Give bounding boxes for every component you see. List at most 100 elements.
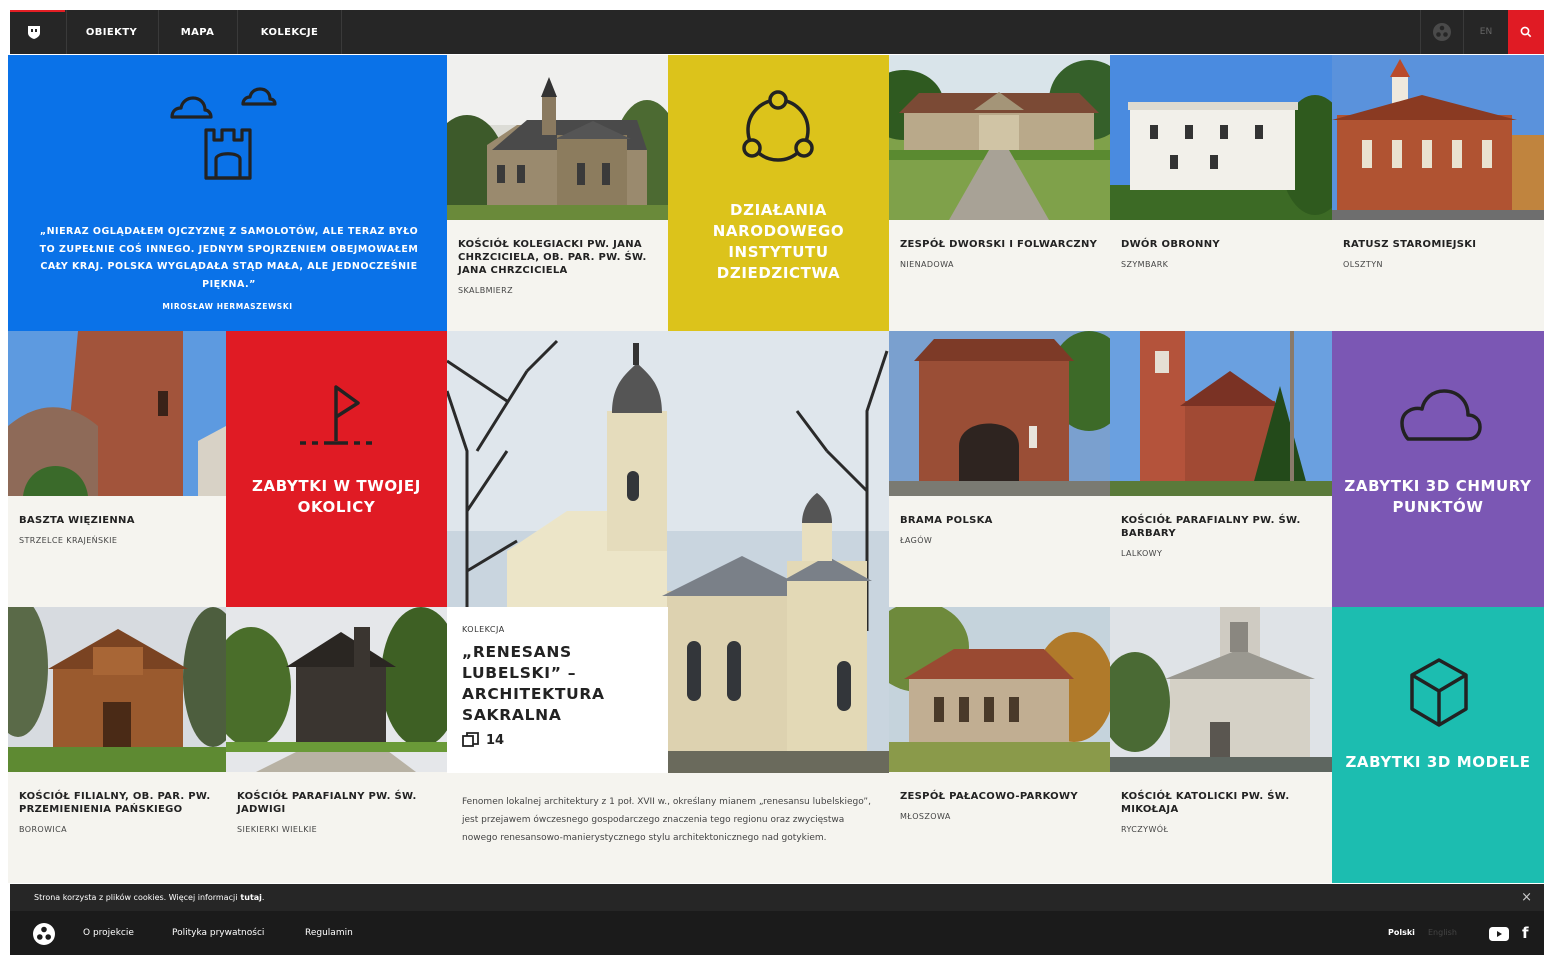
lang-polski[interactable]: Polski	[1388, 928, 1415, 937]
gallery-icon	[462, 732, 479, 747]
tile-skalbmierz[interactable]: KOŚCIÓŁ KOLEGIACKI PW. JANA CHRZCICIELA,…	[447, 55, 668, 331]
tile-title: BASZTA WIĘZIENNA	[19, 515, 135, 526]
facebook-icon[interactable]: f	[1522, 924, 1529, 942]
tile-lalkowy[interactable]: KOŚCIÓŁ PARAFIALNY PW. ŚW. BARBARY LALKO…	[1110, 331, 1332, 607]
tile-place: SIEKIERKI WIELKIE	[237, 825, 318, 834]
tile-caption: BRAMA POLSKA ŁAGÓW	[889, 496, 1110, 607]
youtube-icon[interactable]	[1489, 927, 1509, 941]
footer-link-terms[interactable]: Regulamin	[305, 928, 353, 938]
tile-place: OLSZTYN	[1343, 260, 1383, 269]
tile-lagow[interactable]: BRAMA POLSKA ŁAGÓW	[889, 331, 1110, 607]
quote-text: „NIERAZ OGLĄDAŁEM OJCZYZNĘ Z SAMOLOTÓW, …	[39, 226, 419, 290]
tile-siekierki[interactable]: KOŚCIÓŁ PARAFIALNY PW. ŚW. JADWIGI SIEKI…	[226, 607, 447, 883]
brick-church-photo	[1110, 331, 1332, 496]
search-icon	[1520, 26, 1532, 38]
tile-place: ŁAGÓW	[900, 536, 933, 545]
tile-title: ZESPÓŁ PAŁACOWO-PARKOWY	[900, 791, 1078, 802]
tile-strzelce[interactable]: BASZTA WIĘZIENNA STRZELCE KRAJEŃSKIE	[8, 331, 226, 607]
nav-kolekcje[interactable]: KOLEKCJE	[237, 10, 342, 54]
tile-olsztyn[interactable]: RATUSZ STAROMIEJSKI OLSZTYN	[1332, 55, 1544, 331]
network-circles-icon	[742, 90, 814, 162]
triskelion-icon	[1432, 23, 1451, 41]
tile-dzialania[interactable]: DZIAŁANIA NARODOWEGO INSTYTUTU DZIEDZICT…	[668, 55, 889, 331]
quote-tile: „NIERAZ OGLĄDAŁEM OJCZYZNĘ Z SAMOLOTÓW, …	[8, 55, 447, 331]
tile-place: SZYMBARK	[1121, 260, 1169, 269]
lang-english[interactable]: English	[1428, 928, 1457, 937]
tile-place: BOROWICA	[19, 825, 68, 834]
wooden-church-photo	[8, 607, 226, 772]
town-hall-photo	[1332, 55, 1544, 220]
top-navigation-bar: OBIEKTY MAPA KOLEKCJE EN	[0, 0, 1544, 55]
tile-ryczywol[interactable]: KOŚCIÓŁ KATOLICKI PW. ŚW. MIKOŁAJA RYCZY…	[1110, 607, 1332, 883]
tile-caption: ZESPÓŁ PAŁACOWO-PARKOWY MŁOSZOWA	[889, 772, 1110, 883]
tile-caption: RATUSZ STAROMIEJSKI OLSZTYN	[1332, 220, 1544, 331]
close-cookie-icon[interactable]: ×	[1521, 891, 1532, 904]
cookie-banner: Strona korzysta z plików cookies. Więcej…	[10, 884, 1544, 911]
nav-mapa[interactable]: MAPA	[158, 10, 236, 54]
tile-title: ZESPÓŁ DWORSKI I FOLWARCZNY	[900, 239, 1098, 250]
project-logo-icon[interactable]	[32, 922, 56, 946]
tile-caption: KOŚCIÓŁ KATOLICKI PW. ŚW. MIKOŁAJA RYCZY…	[1110, 772, 1332, 883]
language-switch-en[interactable]: EN	[1463, 10, 1508, 54]
dark-wooden-church-photo	[226, 607, 447, 772]
tile-caption: BASZTA WIĘZIENNA STRZELCE KRAJEŃSKIE	[8, 496, 226, 607]
tile-modele[interactable]: ZABYTKI 3D MODELE	[1332, 607, 1544, 883]
cloud-icon	[1400, 389, 1482, 441]
logo-accent-line	[10, 10, 65, 12]
tile-title: ZABYTKI W TWOJEJ OKOLICY	[252, 477, 421, 516]
tile-caption: KOŚCIÓŁ PARAFIALNY PW. ŚW. BARBARY LALKO…	[1110, 496, 1332, 607]
footer-link-privacy[interactable]: Polityka prywatności	[172, 928, 264, 938]
cookie-text: Strona korzysta z plików cookies. Więcej…	[34, 893, 238, 902]
tile-title: BRAMA POLSKA	[900, 515, 993, 526]
tile-title: KOŚCIÓŁ PARAFIALNY PW. ŚW. JADWIGI	[237, 791, 417, 815]
collection-description: Fenomen lokalnej architektury z 1 poł. X…	[447, 773, 889, 883]
palace-photo	[889, 607, 1110, 772]
tile-borowica[interactable]: KOŚCIÓŁ FILIALNY, OB. PAR. PW. PRZEMIENI…	[8, 607, 226, 883]
gate-photo	[889, 331, 1110, 496]
tile-place: NIENADOWA	[900, 260, 954, 269]
tile-place: MŁOSZOWA	[900, 812, 951, 821]
tile-place: LALKOWY	[1121, 549, 1163, 558]
tile-caption: KOŚCIÓŁ PARAFIALNY PW. ŚW. JADWIGI SIEKI…	[226, 772, 447, 883]
footer: O projekcie Polityka prywatności Regulam…	[10, 911, 1544, 955]
site-logo[interactable]	[10, 10, 65, 54]
tile-title: DZIAŁANIA NARODOWEGO INSTYTUTU DZIEDZICT…	[712, 201, 845, 282]
tile-title: RATUSZ STAROMIEJSKI	[1343, 239, 1477, 250]
cube-icon	[1410, 658, 1468, 727]
tile-szymbark[interactable]: DWÓR OBRONNY SZYMBARK	[1110, 55, 1332, 331]
tile-mloszowa[interactable]: ZESPÓŁ PAŁACOWO-PARKOWY MŁOSZOWA	[889, 607, 1110, 883]
tile-caption: KOŚCIÓŁ FILIALNY, OB. PAR. PW. PRZEMIENI…	[8, 772, 226, 883]
tile-okolica[interactable]: ZABYTKI W TWOJEJ OKOLICY	[226, 331, 447, 607]
quote-author: MIROSŁAW HERMASZEWSKI	[162, 302, 293, 311]
tile-caption: KOŚCIÓŁ KOLEGIACKI PW. JANA CHRZCICIELA,…	[447, 220, 668, 331]
tile-chmury[interactable]: ZABYTKI 3D CHMURY PUNKTÓW	[1332, 331, 1544, 607]
project-logo-button[interactable]	[1420, 10, 1462, 54]
tile-title: DWÓR OBRONNY	[1121, 239, 1220, 250]
tile-title: KOŚCIÓŁ PARAFIALNY PW. ŚW. BARBARY	[1121, 515, 1301, 539]
cookie-text-end: .	[261, 893, 265, 902]
prison-tower-photo	[8, 331, 226, 496]
collection-card[interactable]: KOLEKCJA „RENESANS LUBELSKI” – ARCHITEKT…	[447, 607, 668, 773]
church-photo	[447, 55, 668, 220]
tile-title: KOŚCIÓŁ FILIALNY, OB. PAR. PW. PRZEMIENI…	[19, 791, 211, 815]
catholic-church-photo	[1110, 607, 1332, 772]
shield-logo-icon	[28, 25, 40, 39]
collection-count: 14	[486, 732, 505, 748]
collection-count-row: 14	[462, 732, 653, 748]
castle-clouds-icon	[170, 87, 277, 180]
collection-kicker: KOLEKCJA	[462, 625, 505, 634]
footer-link-about[interactable]: O projekcie	[83, 928, 134, 938]
tile-title: KOŚCIÓŁ KATOLICKI PW. ŚW. MIKOŁAJA	[1121, 791, 1290, 815]
tile-title: ZABYTKI 3D CHMURY PUNKTÓW	[1344, 477, 1532, 516]
tile-place: STRZELCE KRAJEŃSKIE	[19, 536, 118, 545]
search-button[interactable]	[1508, 10, 1544, 54]
tile-title: KOŚCIÓŁ KOLEGIACKI PW. JANA CHRZCICIELA,…	[458, 239, 647, 276]
tile-caption: DWÓR OBRONNY SZYMBARK	[1110, 220, 1332, 331]
nav-obiekty[interactable]: OBIEKTY	[66, 10, 156, 54]
tile-caption: ZESPÓŁ DWORSKI I FOLWARCZNY NIENADOWA	[889, 220, 1110, 331]
tile-nienadowa[interactable]: ZESPÓŁ DWORSKI I FOLWARCZNY NIENADOWA	[889, 55, 1110, 331]
tile-place: RYCZYWÓŁ	[1121, 825, 1169, 834]
cookie-more-link[interactable]: tutaj	[240, 893, 261, 902]
collection-title: „RENESANS LUBELSKI” – ARCHITEKTURA SAKRA…	[462, 643, 605, 724]
tile-title: ZABYTKI 3D MODELE	[1345, 753, 1531, 771]
